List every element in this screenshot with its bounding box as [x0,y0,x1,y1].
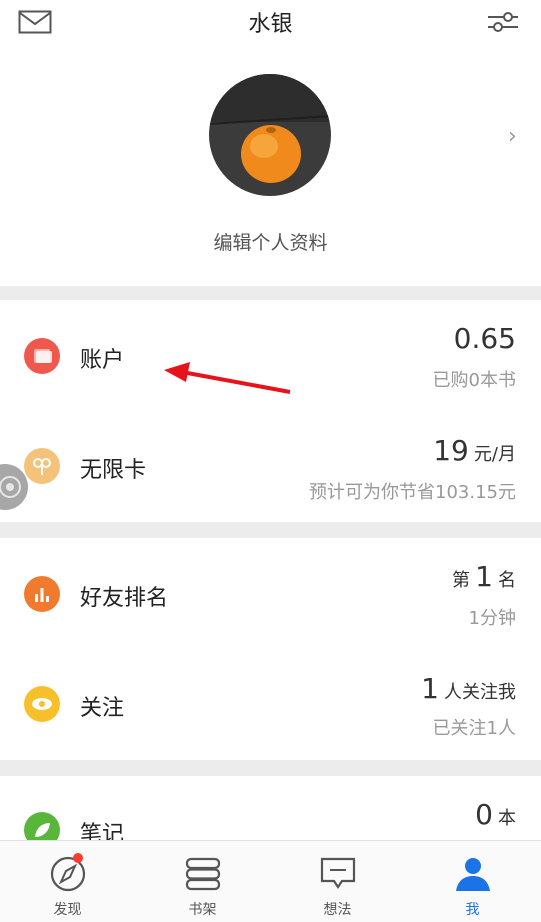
purchased-books-count: 已购0本书 [432,370,516,391]
tab-thoughts[interactable]: 想法 [270,841,405,922]
filter-settings-icon[interactable] [486,8,520,36]
tab-bookshelf[interactable]: 书架 [135,841,270,922]
tab-label: 书架 [188,902,217,918]
unlimited-card-price: 19 元/月 [433,434,516,467]
section-divider [0,286,541,300]
notification-dot [73,853,83,863]
tab-discover[interactable]: 发现 [0,841,135,922]
bottom-tab-bar: 发现 书架 想法 我 [0,840,541,922]
person-icon [455,858,490,891]
account-label: 账户 [80,348,125,373]
chevron-right-icon[interactable]: › [508,124,517,149]
follow-row[interactable]: 关注 1 人关注我 已关注1人 [0,650,541,760]
tab-label: 发现 [53,902,82,918]
follow-label: 关注 [80,696,125,721]
section-divider [0,522,541,538]
thoughts-icon [320,857,355,889]
top-bar: 水银 [0,0,541,44]
section-divider [0,760,541,776]
unlimited-card-label: 无限卡 [80,458,147,483]
tab-label: 想法 [323,902,352,918]
account-balance: 0.65 [453,322,516,355]
eye-icon [24,686,60,722]
edit-profile-link[interactable]: 编辑个人资料 [0,228,541,255]
floating-camera-button[interactable] [0,464,28,510]
friend-rank-label: 好友排名 [80,586,169,611]
tab-me[interactable]: 我 [405,841,540,922]
unlimited-card-row[interactable]: 无限卡 19 元/月 预计可为你节省103.15元 [0,412,541,522]
notes-label: 笔记 [80,822,125,840]
notes-count: 0 本 [475,798,516,831]
followers-count: 1 人关注我 [421,672,516,705]
bookshelf-icon [185,857,220,891]
friend-rank-value: 第 1 名 [451,560,516,593]
avatar[interactable] [209,74,331,196]
leaf-icon [24,812,60,840]
bar-chart-icon [24,576,60,612]
tab-label: 我 [465,902,480,918]
card-icon [24,448,60,484]
reading-time: 1分钟 [468,608,516,629]
estimated-savings: 预计可为你节省103.15元 [309,482,516,503]
annotation-arrow [164,362,291,394]
notes-row[interactable]: 笔记 0 本 [0,776,541,840]
friend-rank-row[interactable]: 好友排名 第 1 名 1分钟 [0,538,541,650]
following-count: 已关注1人 [432,718,516,739]
wallet-icon [24,338,60,374]
page-title: 水银 [248,12,293,37]
